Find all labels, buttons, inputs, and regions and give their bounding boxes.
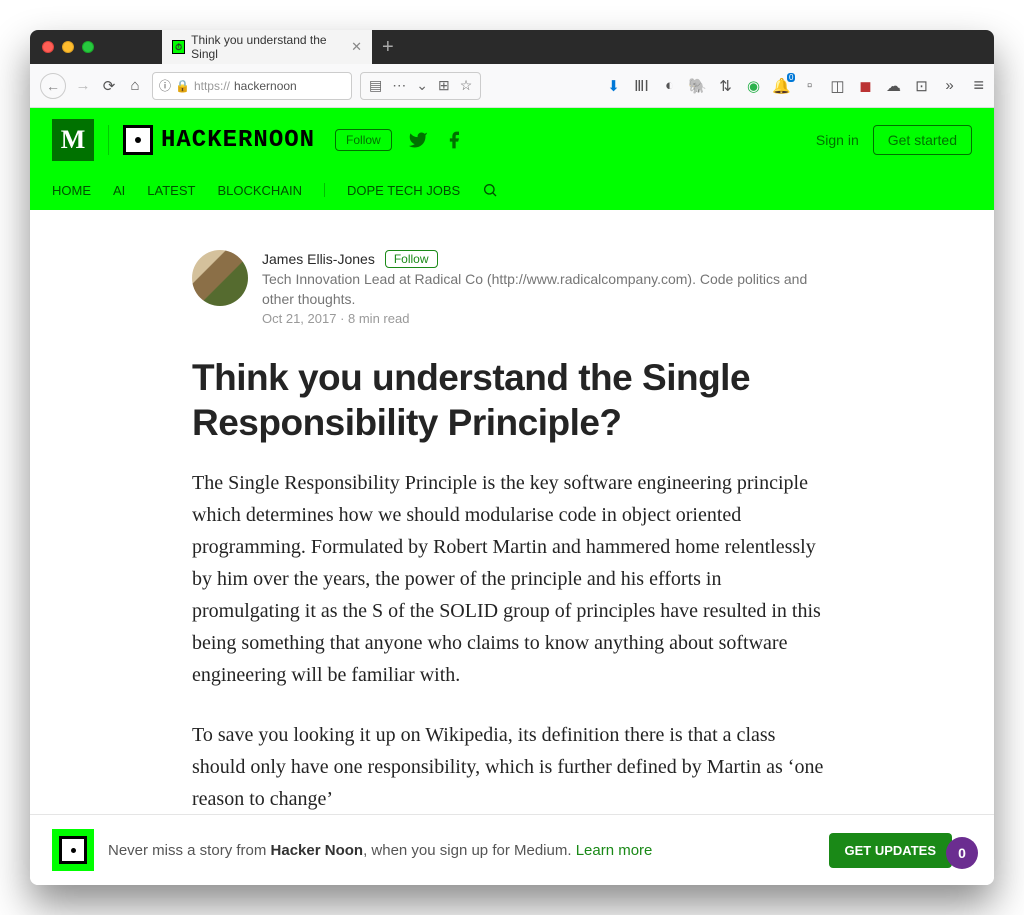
page-actions[interactable]: ▤ ⋯ ⌄ ⊞ ☆	[360, 72, 481, 100]
extension4-icon[interactable]: ◼	[855, 77, 875, 95]
lock-icon: 🔒	[175, 79, 190, 93]
grammarly-icon[interactable]: ◉	[743, 77, 763, 95]
clock-icon	[123, 125, 153, 155]
signin-link[interactable]: Sign in	[816, 132, 859, 148]
browser-toolbar: ← → ⟳ ⌂ ⓘ 🔒 https:// hackernoon ▤ ⋯ ⌄ ⊞ ☆…	[30, 64, 994, 108]
close-window-button[interactable]	[42, 41, 54, 53]
nav-ai[interactable]: AI	[113, 183, 125, 198]
paragraph-1: The Single Responsibility Principle is t…	[192, 467, 832, 691]
browser-tab[interactable]: ⏱ Think you understand the Singl ✕	[162, 30, 372, 64]
evernote-icon[interactable]: 🐘	[687, 77, 707, 95]
footer-logo	[52, 829, 94, 871]
url-scheme: https://	[194, 79, 230, 93]
divider	[108, 125, 109, 155]
site-header: M HACKERNOON Follow Sign in	[30, 108, 994, 210]
maximize-window-button[interactable]	[82, 41, 94, 53]
site-nav: HOME AI LATEST BLOCKCHAIN DOPE TECH JOBS	[30, 172, 994, 210]
minimize-window-button[interactable]	[62, 41, 74, 53]
more-icon[interactable]: ⋯	[392, 77, 406, 94]
follow-author-button[interactable]: Follow	[385, 250, 438, 268]
search-icon[interactable]	[482, 182, 498, 198]
favicon-icon: ⏱	[172, 40, 185, 54]
reload-button[interactable]: ⟳	[100, 77, 118, 95]
follow-publication-button[interactable]: Follow	[335, 129, 392, 151]
info-icon[interactable]: ⓘ	[159, 77, 171, 94]
extension-icon[interactable]: ◐	[659, 77, 679, 94]
tab-title: Think you understand the Singl	[191, 33, 345, 61]
hackernoon-logo[interactable]: HACKERNOON	[123, 125, 315, 155]
author-name[interactable]: James Ellis-Jones	[262, 251, 375, 267]
download-icon[interactable]: ⬇	[603, 77, 623, 95]
container-icon[interactable]: ⊞	[438, 77, 450, 94]
avatar[interactable]	[192, 250, 248, 306]
extension6-icon[interactable]: ⊡	[911, 77, 931, 95]
pocket-icon[interactable]: ⌄	[416, 77, 428, 94]
nav-home[interactable]: HOME	[52, 183, 91, 198]
notifications-icon[interactable]: 🔔0	[771, 77, 791, 95]
notifications-count-badge[interactable]: 0	[946, 837, 978, 869]
author-bio: Tech Innovation Lead at Radical Co (http…	[262, 270, 832, 309]
facebook-icon[interactable]	[444, 130, 464, 150]
nav-latest[interactable]: LATEST	[147, 183, 195, 198]
read-time: 8 min read	[348, 311, 409, 326]
new-tab-button[interactable]: +	[382, 36, 394, 59]
article: James Ellis-Jones Follow Tech Innovation…	[172, 250, 852, 885]
reader-icon[interactable]: ▤	[369, 77, 382, 94]
back-button[interactable]: ←	[40, 73, 66, 99]
signup-bar: Never miss a story from Hacker Noon, whe…	[30, 814, 994, 885]
extension3-icon[interactable]: ▫	[799, 77, 819, 94]
home-button[interactable]: ⌂	[126, 77, 144, 94]
article-meta: Oct 21, 2017 · 8 min read	[262, 311, 832, 326]
paragraph-2: To save you looking it up on Wikipedia, …	[192, 719, 832, 815]
library-icon[interactable]: ⅢⅠ	[631, 77, 651, 95]
nav-divider	[324, 183, 325, 197]
close-tab-icon[interactable]: ✕	[351, 39, 362, 55]
extension5-icon[interactable]: ☁	[883, 77, 903, 95]
article-title: Think you understand the Single Responsi…	[192, 356, 832, 445]
twitter-icon[interactable]	[408, 130, 428, 150]
nav-blockchain[interactable]: BLOCKCHAIN	[217, 183, 302, 198]
logo-text: HACKERNOON	[161, 127, 315, 154]
forward-button[interactable]: →	[74, 77, 92, 94]
learn-more-link[interactable]: Learn more	[576, 842, 653, 859]
nav-jobs[interactable]: DOPE TECH JOBS	[347, 183, 460, 198]
window-titlebar: ⏱ Think you understand the Singl ✕ +	[30, 30, 994, 64]
extension2-icon[interactable]: ⇅	[715, 77, 735, 95]
bookmark-icon[interactable]: ☆	[460, 77, 473, 94]
menu-button[interactable]: ≡	[973, 75, 984, 96]
url-host: hackernoon	[234, 79, 297, 93]
overflow-icon[interactable]: »	[939, 77, 959, 94]
sidebar-icon[interactable]: ◫	[827, 77, 847, 95]
publish-date: Oct 21, 2017	[262, 311, 336, 326]
scroll-thumb[interactable]	[986, 108, 994, 188]
get-started-button[interactable]: Get started	[873, 125, 972, 155]
get-updates-button[interactable]: GET UPDATES	[829, 833, 953, 868]
url-bar[interactable]: ⓘ 🔒 https:// hackernoon	[152, 72, 352, 100]
medium-logo[interactable]: M	[52, 119, 94, 161]
byline: James Ellis-Jones Follow Tech Innovation…	[192, 250, 832, 326]
signup-text: Never miss a story from Hacker Noon, whe…	[108, 840, 652, 861]
page-viewport: M HACKERNOON Follow Sign in	[30, 108, 994, 885]
scrollbar[interactable]	[986, 108, 994, 885]
